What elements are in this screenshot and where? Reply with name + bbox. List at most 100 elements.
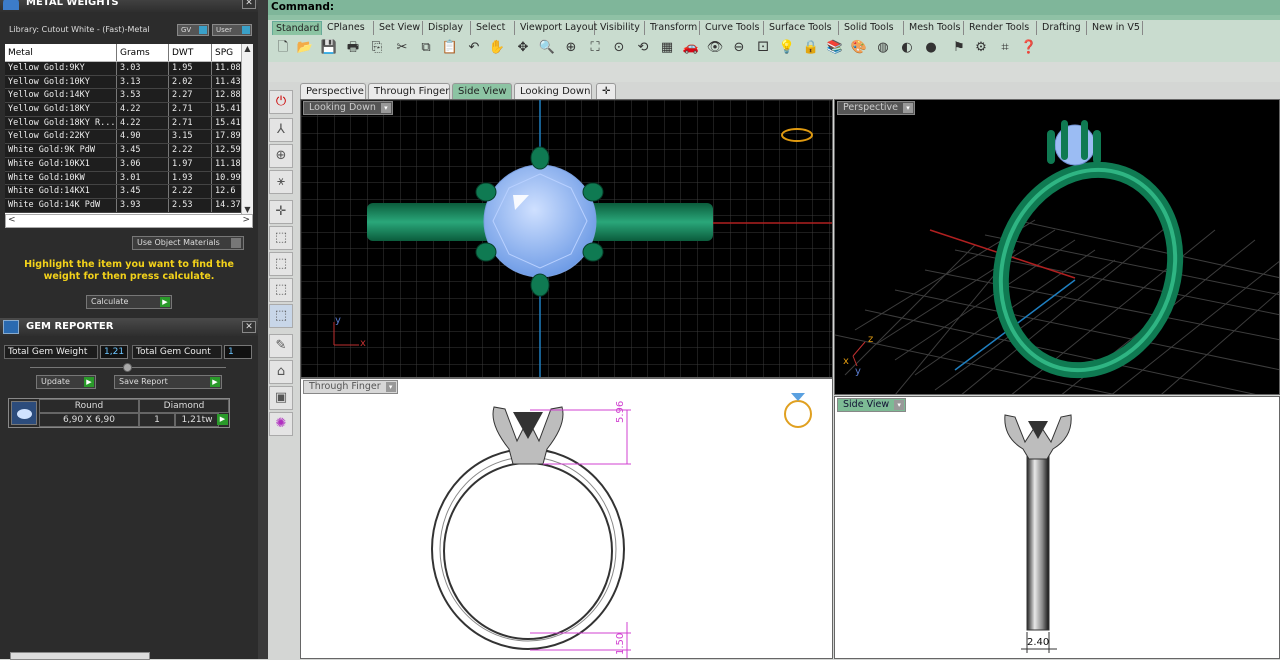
toolbar-tab-render-tools[interactable]: Render Tools <box>966 21 1037 35</box>
hide-icon[interactable]: 👁 <box>706 39 724 57</box>
table-row[interactable]: Yellow Gold:10KY 3.13 2.02 11.43 <box>5 75 253 90</box>
save-report-button[interactable]: Save Report ▶ <box>114 375 222 389</box>
cut-icon[interactable]: ✂ <box>393 39 411 57</box>
metal-table-hscroll[interactable]: < > <box>5 214 253 228</box>
cplane-icon[interactable]: ✛ <box>269 200 293 224</box>
axis-icon[interactable]: ⅄ <box>269 118 293 142</box>
rotate-view-icon[interactable]: ✥ <box>514 39 532 57</box>
use-object-materials-checkbox[interactable]: Use Object Materials <box>132 236 244 250</box>
metal-table-vscroll[interactable]: ▲ ▼ <box>241 44 253 214</box>
paste-icon[interactable]: 📋 <box>441 39 459 57</box>
help-icon[interactable]: ❓ <box>1020 39 1038 57</box>
brush-icon[interactable]: ✎ <box>269 334 293 358</box>
open-folder-icon[interactable]: 📂 <box>296 39 314 57</box>
toolbar-tab-set-view[interactable]: Set View <box>376 21 423 35</box>
scroll-up-icon[interactable]: ▲ <box>242 44 253 53</box>
blue-sphere-icon[interactable]: ● <box>922 39 940 57</box>
cube-perspective-icon[interactable]: ⬚ <box>269 304 293 328</box>
options-gear-icon[interactable]: ⚙ <box>972 39 990 57</box>
car-icon[interactable]: 🚗 <box>682 39 700 57</box>
scroll-left-icon[interactable]: < <box>8 215 16 225</box>
viewport-tab-side-view[interactable]: Side View <box>452 83 512 99</box>
export-icon[interactable]: ⎘ <box>368 39 386 57</box>
new-file-icon[interactable]: 🗋 <box>274 39 292 57</box>
play-icon[interactable]: ▶ <box>217 414 228 425</box>
close-icon[interactable]: ✕ <box>242 0 256 9</box>
undo-icon[interactable]: ↶ <box>465 39 483 57</box>
table-row[interactable]: White Gold:10KW 3.01 1.93 10.99 <box>5 171 253 186</box>
slider-handle[interactable] <box>123 363 132 372</box>
viewport-title[interactable]: Looking Down ▾ <box>303 101 393 115</box>
toolbar-tab-curve-tools[interactable]: Curve Tools <box>702 21 764 35</box>
render-sphere-icon[interactable]: ◍ <box>874 39 892 57</box>
toolbar-tab-new-in-v5[interactable]: New in V5 <box>1089 21 1143 35</box>
calculate-button[interactable]: Calculate ▶ <box>86 295 172 309</box>
table-row[interactable]: Yellow Gold:14KY 3.53 2.27 12.88 <box>5 89 253 104</box>
properties-icon[interactable]: ⚀ <box>754 39 772 57</box>
frame-icon[interactable]: ▣ <box>269 386 293 410</box>
print-icon[interactable]: 🖶 <box>344 39 362 57</box>
table-row[interactable]: White Gold:9K PdW 3.45 2.22 12.59 <box>5 144 253 158</box>
pan-hand-icon[interactable]: ✋ <box>488 39 506 57</box>
dropdown-arrow-icon[interactable]: ▾ <box>380 103 391 113</box>
select-icon[interactable]: ⊖ <box>730 39 748 57</box>
toolbar-tab-transform[interactable]: Transform <box>647 21 700 35</box>
dropdown-arrow-icon[interactable]: ▾ <box>903 103 914 113</box>
toolbar-tab-drafting[interactable]: Drafting <box>1039 21 1087 35</box>
viewport-title[interactable]: Through Finger ▾ <box>303 380 398 394</box>
toolbar-tab-mesh-tools[interactable]: Mesh Tools <box>906 21 964 35</box>
toolbar-tab-display[interactable]: Display <box>425 21 471 35</box>
diamond-top[interactable] <box>483 164 597 278</box>
light-bulb-icon[interactable]: 💡 <box>778 39 796 57</box>
viewport-side-view[interactable]: 2.40 Side View ▾ <box>834 396 1280 659</box>
view-ring-icon[interactable] <box>784 400 812 428</box>
shaded-sphere-icon[interactable]: ◐ <box>898 39 916 57</box>
zoom-window-icon[interactable]: ⊕ <box>562 39 580 57</box>
cube-top-icon[interactable]: ⬚ <box>269 226 293 250</box>
viewport-tab-through-finger[interactable]: Through Finger <box>368 83 450 99</box>
dropdown-arrow-icon[interactable]: ▾ <box>385 382 396 392</box>
ring-outer-outline[interactable] <box>431 448 625 650</box>
color-wheel-icon[interactable]: 🎨 <box>850 39 868 57</box>
zoom-extents-icon[interactable]: ⛶ <box>586 39 604 57</box>
toolbar-tab-visibility[interactable]: Visibility <box>597 21 645 35</box>
gem-list-item[interactable]: Round Diamond 6,90 X 6,90 1 1,21tw ▶ <box>8 398 230 428</box>
lock-icon[interactable]: 🔒 <box>802 39 820 57</box>
power-icon[interactable]: ⏻ <box>269 90 293 114</box>
table-row[interactable]: Yellow Gold:9KY 3.03 1.95 11.08 <box>5 62 253 76</box>
ring-shank-side[interactable] <box>1026 454 1050 631</box>
toolbar-tab-cplanes[interactable]: CPlanes <box>324 21 374 35</box>
update-button[interactable]: Update ▶ <box>36 375 96 389</box>
toolbar-tab-solid-tools[interactable]: Solid Tools <box>841 21 904 35</box>
toolbar-tab-standard[interactable]: Standard <box>272 21 322 35</box>
globe-icon[interactable]: ⊕ <box>269 144 293 168</box>
four-viewports-icon[interactable]: ▦ <box>658 39 676 57</box>
cube-front-icon[interactable]: ⬚ <box>269 252 293 276</box>
close-icon[interactable]: ✕ <box>242 321 256 333</box>
table-row[interactable]: White Gold:10KX1 3.06 1.97 11.18 <box>5 157 253 172</box>
undo-view-icon[interactable]: ⟲ <box>634 39 652 57</box>
scroll-down-icon[interactable]: ▼ <box>242 205 253 214</box>
table-row[interactable]: White Gold:14KX1 3.45 2.22 12.6 <box>5 185 253 199</box>
user-toggle[interactable]: User <box>212 24 252 36</box>
snap-icon[interactable]: ⌗ <box>996 39 1014 57</box>
viewport-tab-looking-down[interactable]: Looking Down <box>514 83 592 99</box>
toolbar-tab-select[interactable]: Select <box>473 21 515 35</box>
cube-right-icon[interactable]: ⬚ <box>269 278 293 302</box>
toolbar-tab-viewport-layout[interactable]: Viewport Layout <box>517 21 597 35</box>
toolbar-tab-surface-tools[interactable]: Surface Tools <box>766 21 839 35</box>
table-row[interactable]: Yellow Gold:22KY 4.90 3.15 17.89 <box>5 130 253 145</box>
dropdown-arrow-icon[interactable]: ▾ <box>894 400 905 410</box>
gear-magenta-icon[interactable]: ✺ <box>269 412 293 436</box>
splitter[interactable] <box>258 0 268 659</box>
table-row[interactable]: Yellow Gold:18KY R... 4.22 2.71 15.41 <box>5 116 253 131</box>
layers-icon[interactable]: 📚 <box>826 39 844 57</box>
viewport-title[interactable]: Side View ▾ <box>837 398 907 412</box>
render-flag-icon[interactable]: ⚑ <box>950 39 968 57</box>
viewport-perspective[interactable]: z x y Perspective ▾ <box>834 99 1280 395</box>
zoom-icon[interactable]: 🔍 <box>538 39 556 57</box>
joint-icon[interactable]: ⚹ <box>269 170 293 194</box>
zoom-selected-icon[interactable]: ⊙ <box>610 39 628 57</box>
viewport-title[interactable]: Perspective ▾ <box>837 101 916 115</box>
gem-slider[interactable] <box>30 363 226 372</box>
